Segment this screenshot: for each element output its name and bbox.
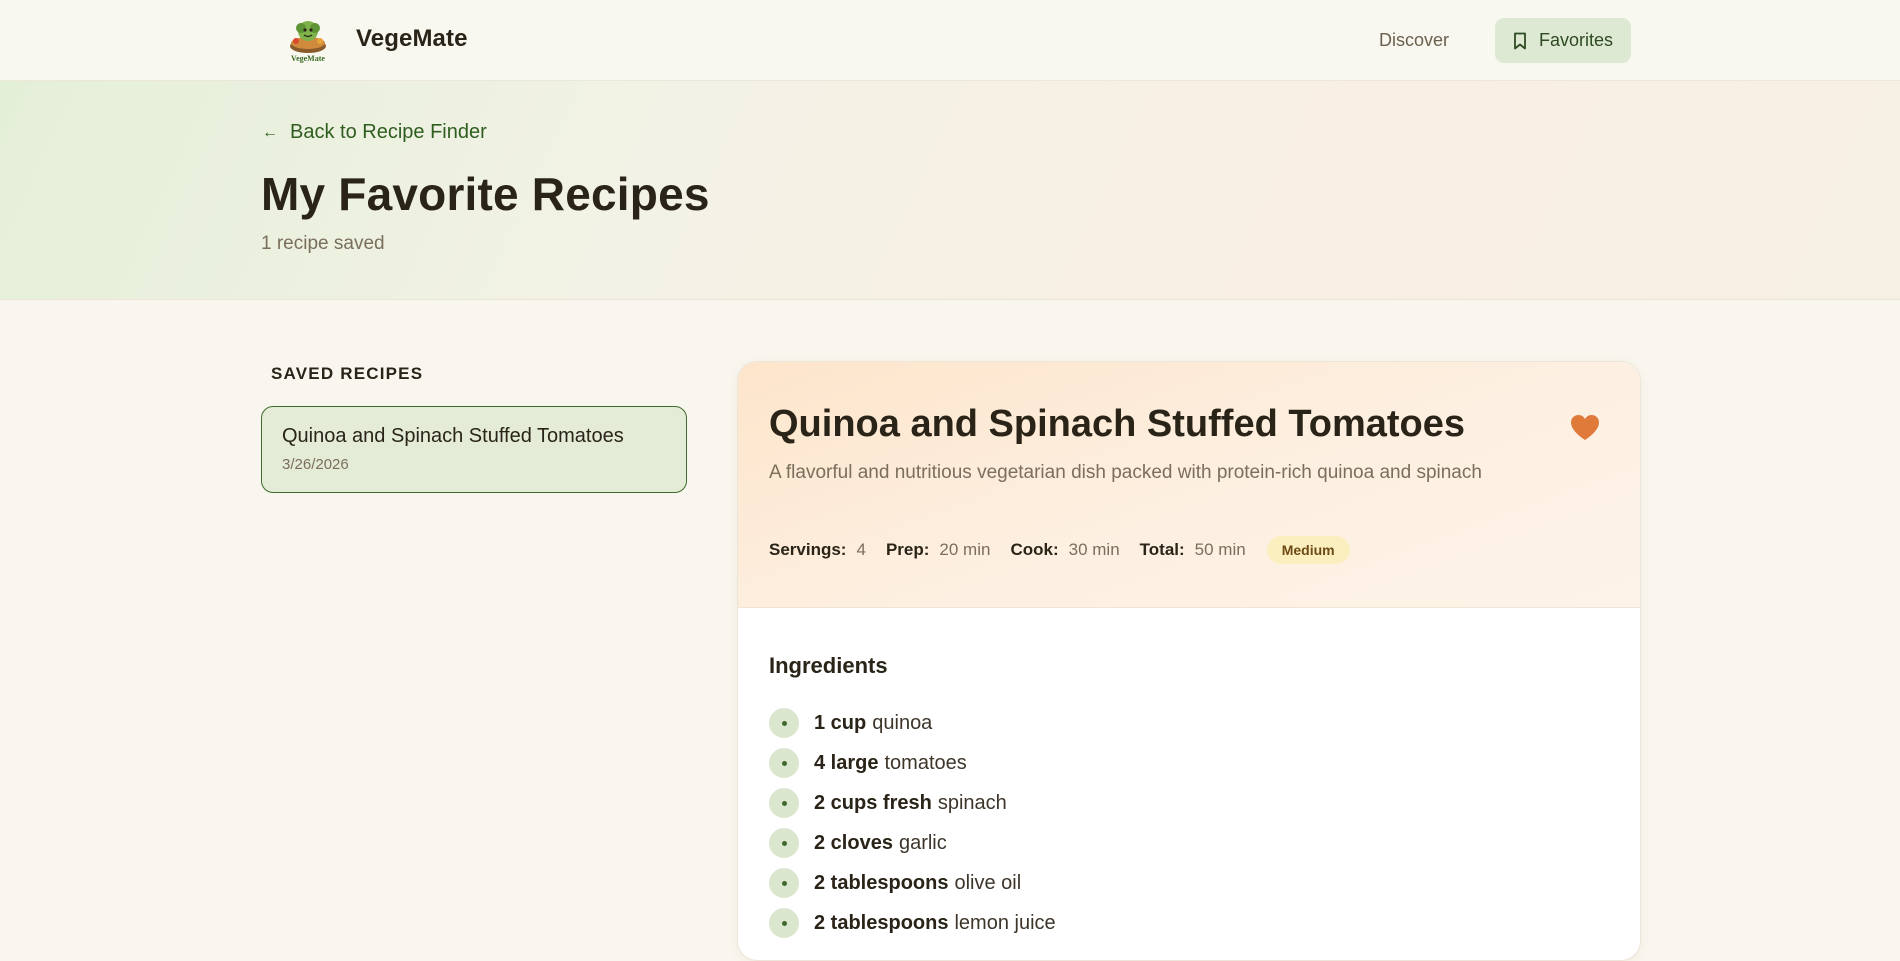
servings-label: Servings: bbox=[769, 540, 847, 559]
vegemate-logo: VegeMate bbox=[290, 21, 326, 63]
saved-count: 1 recipe saved bbox=[261, 233, 385, 254]
ingredients-heading: Ingredients bbox=[769, 653, 888, 678]
recipe-detail-card: Quinoa and Spinach Stuffed Tomatoes A fl… bbox=[737, 361, 1641, 961]
ingredient-item: 2 cups fresh spinach bbox=[769, 783, 1056, 823]
ingredient-name: olive oil bbox=[954, 871, 1022, 894]
back-to-recipe-finder-link[interactable]: ← Back to Recipe Finder bbox=[262, 121, 487, 144]
cook-value: 30 min bbox=[1068, 540, 1120, 559]
recipe-description: A flavorful and nutritious vegetarian di… bbox=[769, 462, 1482, 483]
ingredient-item: 2 cloves garlic bbox=[769, 823, 1056, 863]
difficulty-badge: Medium bbox=[1266, 536, 1350, 564]
nav-favorites-label: Favorites bbox=[1539, 30, 1614, 50]
prep-label: Prep: bbox=[885, 540, 930, 559]
ingredient-name: tomatoes bbox=[884, 751, 967, 774]
ingredient-quantity: 4 large bbox=[814, 751, 879, 774]
dot-icon bbox=[769, 748, 799, 778]
ingredient-quantity: 1 cup bbox=[814, 711, 867, 734]
dot-icon bbox=[769, 708, 799, 738]
ingredient-quantity: 2 cups fresh bbox=[814, 791, 932, 814]
arrow-left-icon: ← bbox=[262, 123, 278, 141]
dot-icon bbox=[769, 868, 799, 898]
ingredient-item: 2 tablespoons lemon juice bbox=[769, 903, 1056, 943]
ingredient-quantity: 2 cloves bbox=[814, 831, 893, 854]
saved-recipe-item[interactable]: Quinoa and Spinach Stuffed Tomatoes 3/26… bbox=[261, 406, 687, 493]
recipe-header: Quinoa and Spinach Stuffed Tomatoes A fl… bbox=[738, 362, 1640, 608]
dot-icon bbox=[769, 788, 799, 818]
total-value: 50 min bbox=[1194, 540, 1246, 559]
nav-favorites-button[interactable]: Favorites bbox=[1495, 18, 1631, 63]
recipe-meta: Servings: 4 Prep: 20 min Cook: 30 min To… bbox=[769, 536, 1350, 564]
recipe-title: Quinoa and Spinach Stuffed Tomatoes bbox=[769, 403, 1466, 445]
back-link-label: Back to Recipe Finder bbox=[290, 121, 487, 143]
ingredient-item: 4 large tomatoes bbox=[769, 743, 1056, 783]
bookmark-icon bbox=[1514, 32, 1526, 49]
top-nav: VegeMate VegeMate Discover Favorites bbox=[0, 0, 1900, 81]
dot-icon bbox=[769, 908, 799, 938]
page-title: My Favorite Recipes bbox=[261, 168, 710, 220]
ingredient-name: lemon juice bbox=[954, 911, 1056, 934]
brand-name: VegeMate bbox=[356, 25, 468, 52]
saved-recipe-date: 3/26/2026 bbox=[282, 456, 349, 473]
saved-recipes-heading: SAVED RECIPES bbox=[271, 364, 424, 383]
cook-label: Cook: bbox=[1010, 540, 1059, 559]
saved-recipe-title: Quinoa and Spinach Stuffed Tomatoes bbox=[282, 425, 624, 447]
total-label: Total: bbox=[1139, 540, 1185, 559]
ingredient-item: 1 cup quinoa bbox=[769, 703, 1056, 743]
ingredient-name: spinach bbox=[937, 791, 1007, 814]
ingredient-name: garlic bbox=[898, 831, 947, 854]
page-header: ← Back to Recipe Finder My Favorite Reci… bbox=[0, 81, 1900, 300]
ingredient-quantity: 2 tablespoons bbox=[814, 871, 949, 894]
prep-value: 20 min bbox=[939, 540, 991, 559]
dot-icon bbox=[769, 828, 799, 858]
ingredient-quantity: 2 tablespoons bbox=[814, 911, 949, 934]
heart-icon[interactable] bbox=[1570, 414, 1600, 441]
ingredient-name: quinoa bbox=[872, 711, 933, 734]
svg-text:VegeMate: VegeMate bbox=[291, 54, 325, 63]
ingredients-list: 1 cup quinoa 4 large tomatoes 2 cups fre… bbox=[769, 703, 1056, 943]
servings-value: 4 bbox=[856, 540, 866, 559]
nav-discover[interactable]: Discover bbox=[1379, 30, 1449, 51]
brand[interactable]: VegeMate VegeMate bbox=[283, 14, 468, 64]
ingredient-item: 2 tablespoons olive oil bbox=[769, 863, 1056, 903]
